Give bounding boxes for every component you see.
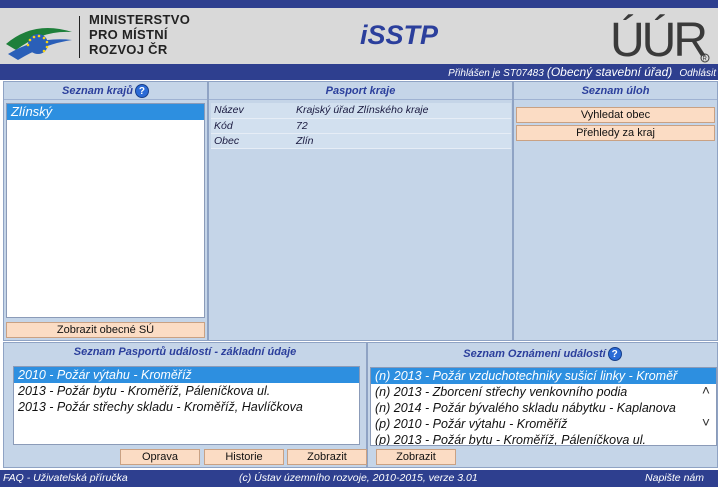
help-icon[interactable]: ? <box>607 347 622 362</box>
ministry-line-3: ROZVOJ ČR <box>89 42 168 57</box>
oznameni-title: Seznam Oznámení událostí? <box>368 345 717 363</box>
kraje-panel: Seznam krajů? Zlínský Zobrazit obecné SÚ <box>3 81 208 341</box>
copyright-text: (c) Ústav územního rozvoje, 2010-2015, v… <box>239 472 478 484</box>
user-login-label: Přihlášen je ST07483 <box>448 68 544 79</box>
vyhledat-obec-button[interactable]: Vyhledat obec <box>516 107 715 123</box>
oprava-button[interactable]: Oprava <box>120 449 200 465</box>
logo-divider <box>79 16 80 58</box>
pasport-list-item[interactable]: 2010 - Požár výtahu - Kroměříž <box>14 367 359 383</box>
ministry-name: MINISTERSTVO PRO MÍSTNÍ ROZVOJ ČR <box>89 12 190 57</box>
scroll-down-icon[interactable]: ˅ <box>702 414 710 430</box>
kraje-list[interactable]: Zlínský <box>6 103 205 318</box>
mmr-logo-icon <box>6 28 72 60</box>
ulohy-panel: Seznam úloh Vyhledat obec Přehledy za kr… <box>513 81 718 341</box>
historie-button[interactable]: Historie <box>204 449 284 465</box>
header: MINISTERSTVO PRO MÍSTNÍ ROZVOJ ČR iSSTP … <box>0 8 718 64</box>
uur-logo-text: ÚÚR <box>610 13 706 64</box>
oznameni-list-item[interactable]: (n) 2014 - Požár bývalého skladu nábytku… <box>371 400 716 416</box>
pasporty-list[interactable]: 2010 - Požár výtahu - Kroměříž 2013 - Po… <box>13 366 360 445</box>
pasport-row: Název Krajský úřad Zlínského kraje <box>211 103 511 119</box>
pasport-key: Název <box>211 103 293 119</box>
pasport-list-item[interactable]: 2013 - Požár bytu - Kroměříž, Páleníčkov… <box>14 383 359 399</box>
pasport-row: Obec Zlín <box>211 133 511 149</box>
pasport-value: 72 <box>293 118 511 134</box>
pasport-value: Krajský úřad Zlínského kraje <box>293 103 511 119</box>
svg-text:R: R <box>703 57 708 63</box>
faq-link[interactable]: FAQ - Uživatelská příručka <box>3 470 128 487</box>
pasport-table: Název Krajský úřad Zlínského kraje Kód 7… <box>211 103 511 149</box>
logout-link[interactable]: Odhlásit <box>679 68 716 79</box>
app-title: iSSTP <box>360 20 439 50</box>
kraj-item[interactable]: Zlínský <box>7 104 204 120</box>
kraje-title-text: Seznam krajů <box>62 85 133 97</box>
pasport-value: Zlín <box>293 133 511 149</box>
oznameni-title-text: Seznam Oznámení událostí <box>463 348 606 360</box>
oznameni-list-item[interactable]: (p) 2013 - Požár bytu - Kroměříž, Pálení… <box>371 432 716 445</box>
contact-link[interactable]: Napište nám <box>645 470 704 487</box>
oznameni-list[interactable]: (n) 2013 - Požár vzduchotechniky sušicí … <box>370 367 717 446</box>
pasport-panel: Pasport kraje Název Krajský úřad Zlínské… <box>208 81 513 341</box>
oznameni-list-item[interactable]: (p) 2010 - Požár výtahu - Kroměříž <box>371 416 716 432</box>
help-icon[interactable]: ? <box>134 84 149 99</box>
oznameni-panel: Seznam Oznámení událostí? (n) 2013 - Pož… <box>367 342 718 468</box>
show-obecne-su-button[interactable]: Zobrazit obecné SÚ <box>6 322 205 338</box>
oznameni-list-item[interactable]: (n) 2013 - Požár vzduchotechniky sušicí … <box>371 368 716 384</box>
pasport-row: Kód 72 <box>211 118 511 134</box>
user-role: (Obecný stavební úřad) <box>546 65 673 79</box>
zobrazit-oznameni-button[interactable]: Zobrazit <box>376 449 456 465</box>
pasport-key: Kód <box>211 118 293 134</box>
pasporty-title: Seznam Pasportů událostí - základní údaj… <box>73 346 297 358</box>
footer: FAQ - Uživatelská příručka (c) Ústav úze… <box>0 470 718 487</box>
pasport-list-item[interactable]: 2013 - Požár střechy skladu - Kroměříž, … <box>14 399 359 415</box>
top-strip <box>0 0 718 8</box>
scroll-up-icon[interactable]: ˄ <box>702 382 710 398</box>
ulohy-title: Seznam úloh <box>514 82 717 100</box>
user-bar: Přihlášen je ST07483 (Obecný stavební úř… <box>0 64 718 80</box>
ministry-line-2: PRO MÍSTNÍ <box>89 27 168 42</box>
pasport-title: Pasport kraje <box>209 82 512 100</box>
pasporty-panel: Seznam Pasportů událostí - základní údaj… <box>3 342 367 468</box>
prehledy-za-kraj-button[interactable]: Přehledy za kraj <box>516 125 715 141</box>
kraje-title: Seznam krajů? <box>4 82 207 100</box>
zobrazit-pasport-button[interactable]: Zobrazit <box>287 449 367 465</box>
oznameni-list-item[interactable]: (n) 2013 - Zborcení střechy venkovního p… <box>371 384 716 400</box>
ministry-line-1: MINISTERSTVO <box>89 12 191 27</box>
uur-logo-icon: ÚÚR R <box>610 13 710 64</box>
pasport-key: Obec <box>211 133 293 149</box>
